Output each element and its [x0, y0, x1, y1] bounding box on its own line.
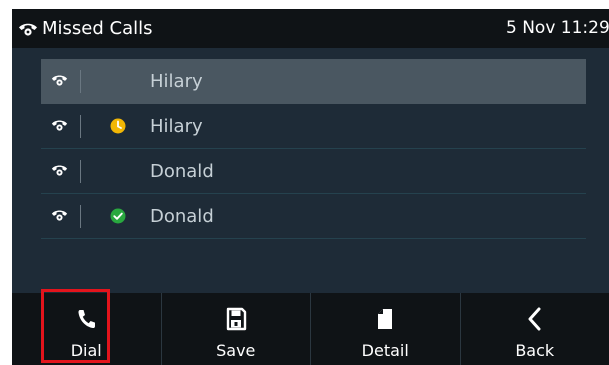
call-list-item[interactable]: Donald	[41, 149, 586, 194]
call-list-item[interactable]: Hilary	[41, 59, 586, 104]
back-button[interactable]: Back	[459, 293, 609, 365]
title-group: Missed Calls	[18, 9, 153, 48]
phone-screen: Missed Calls 5 Nov 11:29 Hilary Hilary D…	[12, 9, 609, 365]
clock-icon	[110, 118, 126, 134]
call-list: Hilary Hilary Donald Donald	[41, 59, 586, 239]
caller-name: Hilary	[150, 71, 203, 92]
page-title: Missed Calls	[42, 18, 153, 39]
caller-name: Hilary	[150, 116, 203, 137]
save-icon	[226, 307, 246, 331]
chevron-left-icon	[528, 307, 541, 331]
back-label: Back	[515, 341, 555, 360]
header-bar: Missed Calls 5 Nov 11:29	[12, 9, 609, 48]
detail-label: Detail	[361, 341, 409, 360]
divider	[80, 115, 81, 138]
dial-label: Dial	[70, 341, 102, 360]
phone-icon	[78, 310, 96, 329]
detail-button[interactable]: Detail	[310, 293, 460, 365]
missed-call-icon	[51, 120, 68, 131]
divider	[80, 160, 81, 183]
caller-name: Donald	[150, 161, 214, 182]
check-icon	[110, 208, 126, 224]
call-list-item[interactable]: Donald	[41, 194, 586, 239]
call-list-item[interactable]: Hilary	[41, 104, 586, 149]
missed-call-icon	[51, 165, 68, 176]
save-button[interactable]: Save	[160, 293, 311, 365]
dial-button[interactable]: Dial	[12, 293, 161, 365]
divider	[80, 70, 81, 93]
missed-call-icon	[51, 75, 68, 86]
missed-call-icon	[19, 23, 37, 36]
save-label: Save	[216, 341, 256, 360]
document-icon	[378, 309, 393, 329]
softkey-bar: Dial Save Detail Back	[12, 293, 609, 365]
missed-call-icon	[51, 210, 68, 221]
caller-name: Donald	[150, 206, 214, 227]
divider	[80, 205, 81, 228]
date-time: 5 Nov 11:29	[506, 18, 609, 38]
